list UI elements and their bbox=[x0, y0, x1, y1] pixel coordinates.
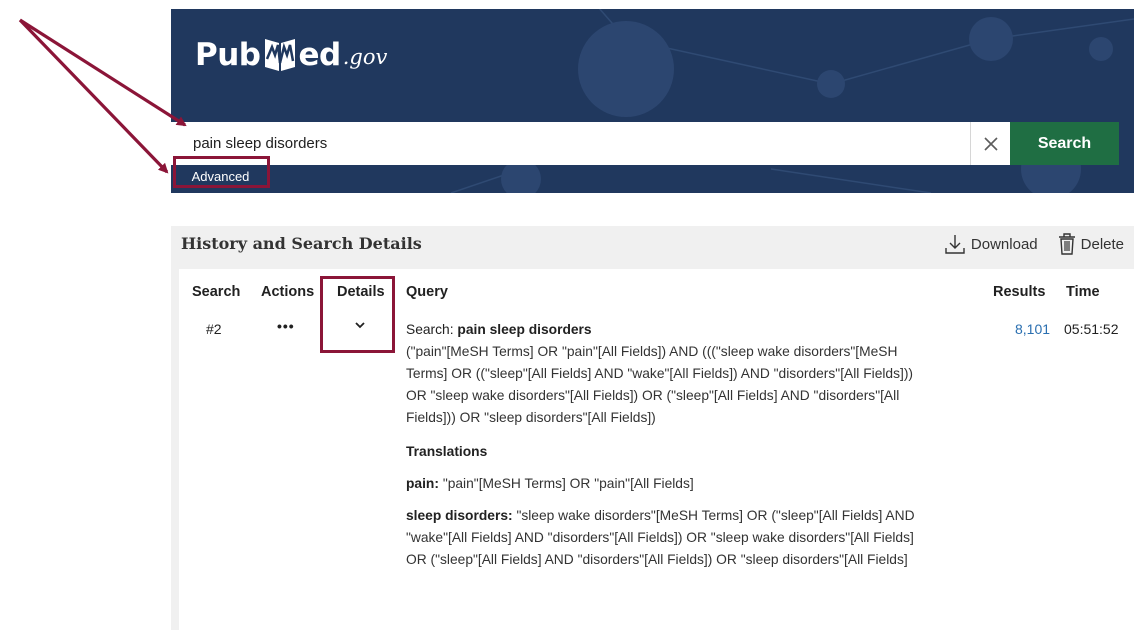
search-number: #2 bbox=[206, 321, 222, 337]
download-label: Download bbox=[970, 235, 1038, 253]
search-button[interactable]: Search bbox=[1010, 122, 1119, 165]
query-search-line: Search: pain sleep disorders bbox=[406, 319, 926, 341]
column-header-query[interactable]: Query bbox=[406, 284, 448, 300]
translation-term: sleep disorders: bbox=[406, 508, 513, 523]
translations-heading: Translations bbox=[406, 444, 488, 459]
column-header-time[interactable]: Time bbox=[1066, 284, 1100, 300]
column-header-details[interactable]: Details bbox=[337, 284, 385, 300]
clear-search-button[interactable] bbox=[970, 122, 1010, 165]
annotation-arrow-advanced bbox=[18, 18, 169, 174]
search-time: 05:51:52 bbox=[1064, 321, 1119, 337]
book-icon bbox=[263, 33, 297, 78]
query-details: ("pain"[MeSH Terms] OR "pain"[All Fields… bbox=[406, 344, 914, 425]
actions-menu-button[interactable]: ••• bbox=[277, 318, 295, 334]
chevron-down-icon bbox=[355, 322, 365, 329]
pubmed-header: Pub ed .gov Search Advanced bbox=[171, 9, 1134, 193]
search-bar: Search bbox=[171, 122, 1119, 165]
details-toggle-button[interactable] bbox=[354, 318, 366, 335]
annotation-arrow-search bbox=[19, 18, 187, 127]
query-term: pain sleep disorders bbox=[457, 322, 592, 337]
history-actions: Download Delete bbox=[944, 233, 1124, 255]
translation-item: pain: "pain"[MeSH Terms] OR "pain"[All F… bbox=[406, 473, 926, 495]
pubmed-logo[interactable]: Pub ed .gov bbox=[195, 33, 387, 77]
search-input[interactable] bbox=[171, 122, 971, 165]
history-title: History and Search Details bbox=[181, 234, 422, 253]
history-header: History and Search Details Download Dele… bbox=[171, 226, 1134, 269]
logo-med-text: ed bbox=[298, 37, 341, 73]
search-input-wrapper bbox=[171, 122, 1010, 165]
logo-gov-text: .gov bbox=[342, 45, 388, 69]
translation-item: sleep disorders: "sleep wake disorders"[… bbox=[406, 505, 926, 571]
close-icon bbox=[983, 136, 998, 151]
logo-pub-text: Pub bbox=[195, 37, 261, 73]
delete-label: Delete bbox=[1080, 235, 1124, 253]
translation-term: pain: bbox=[406, 476, 439, 491]
column-header-search[interactable]: Search bbox=[192, 284, 240, 300]
history-section: History and Search Details Download Dele… bbox=[171, 226, 1134, 630]
translation-text: "pain"[MeSH Terms] OR "pain"[All Fields] bbox=[442, 476, 694, 491]
query-prefix: Search: bbox=[406, 322, 454, 337]
download-icon bbox=[945, 235, 965, 254]
trash-icon bbox=[1058, 233, 1075, 255]
query-cell: Search: pain sleep disorders ("pain"[MeS… bbox=[406, 319, 926, 571]
column-header-results[interactable]: Results bbox=[993, 284, 1045, 300]
column-header-actions[interactable]: Actions bbox=[261, 284, 314, 300]
advanced-search-link[interactable]: Advanced bbox=[173, 160, 268, 192]
delete-button[interactable]: Delete bbox=[1058, 233, 1124, 255]
download-button[interactable]: Download bbox=[944, 233, 1038, 255]
results-count-link[interactable]: 8,101 bbox=[1015, 321, 1050, 337]
history-table: Search Actions Details Query Results Tim… bbox=[179, 269, 1134, 630]
